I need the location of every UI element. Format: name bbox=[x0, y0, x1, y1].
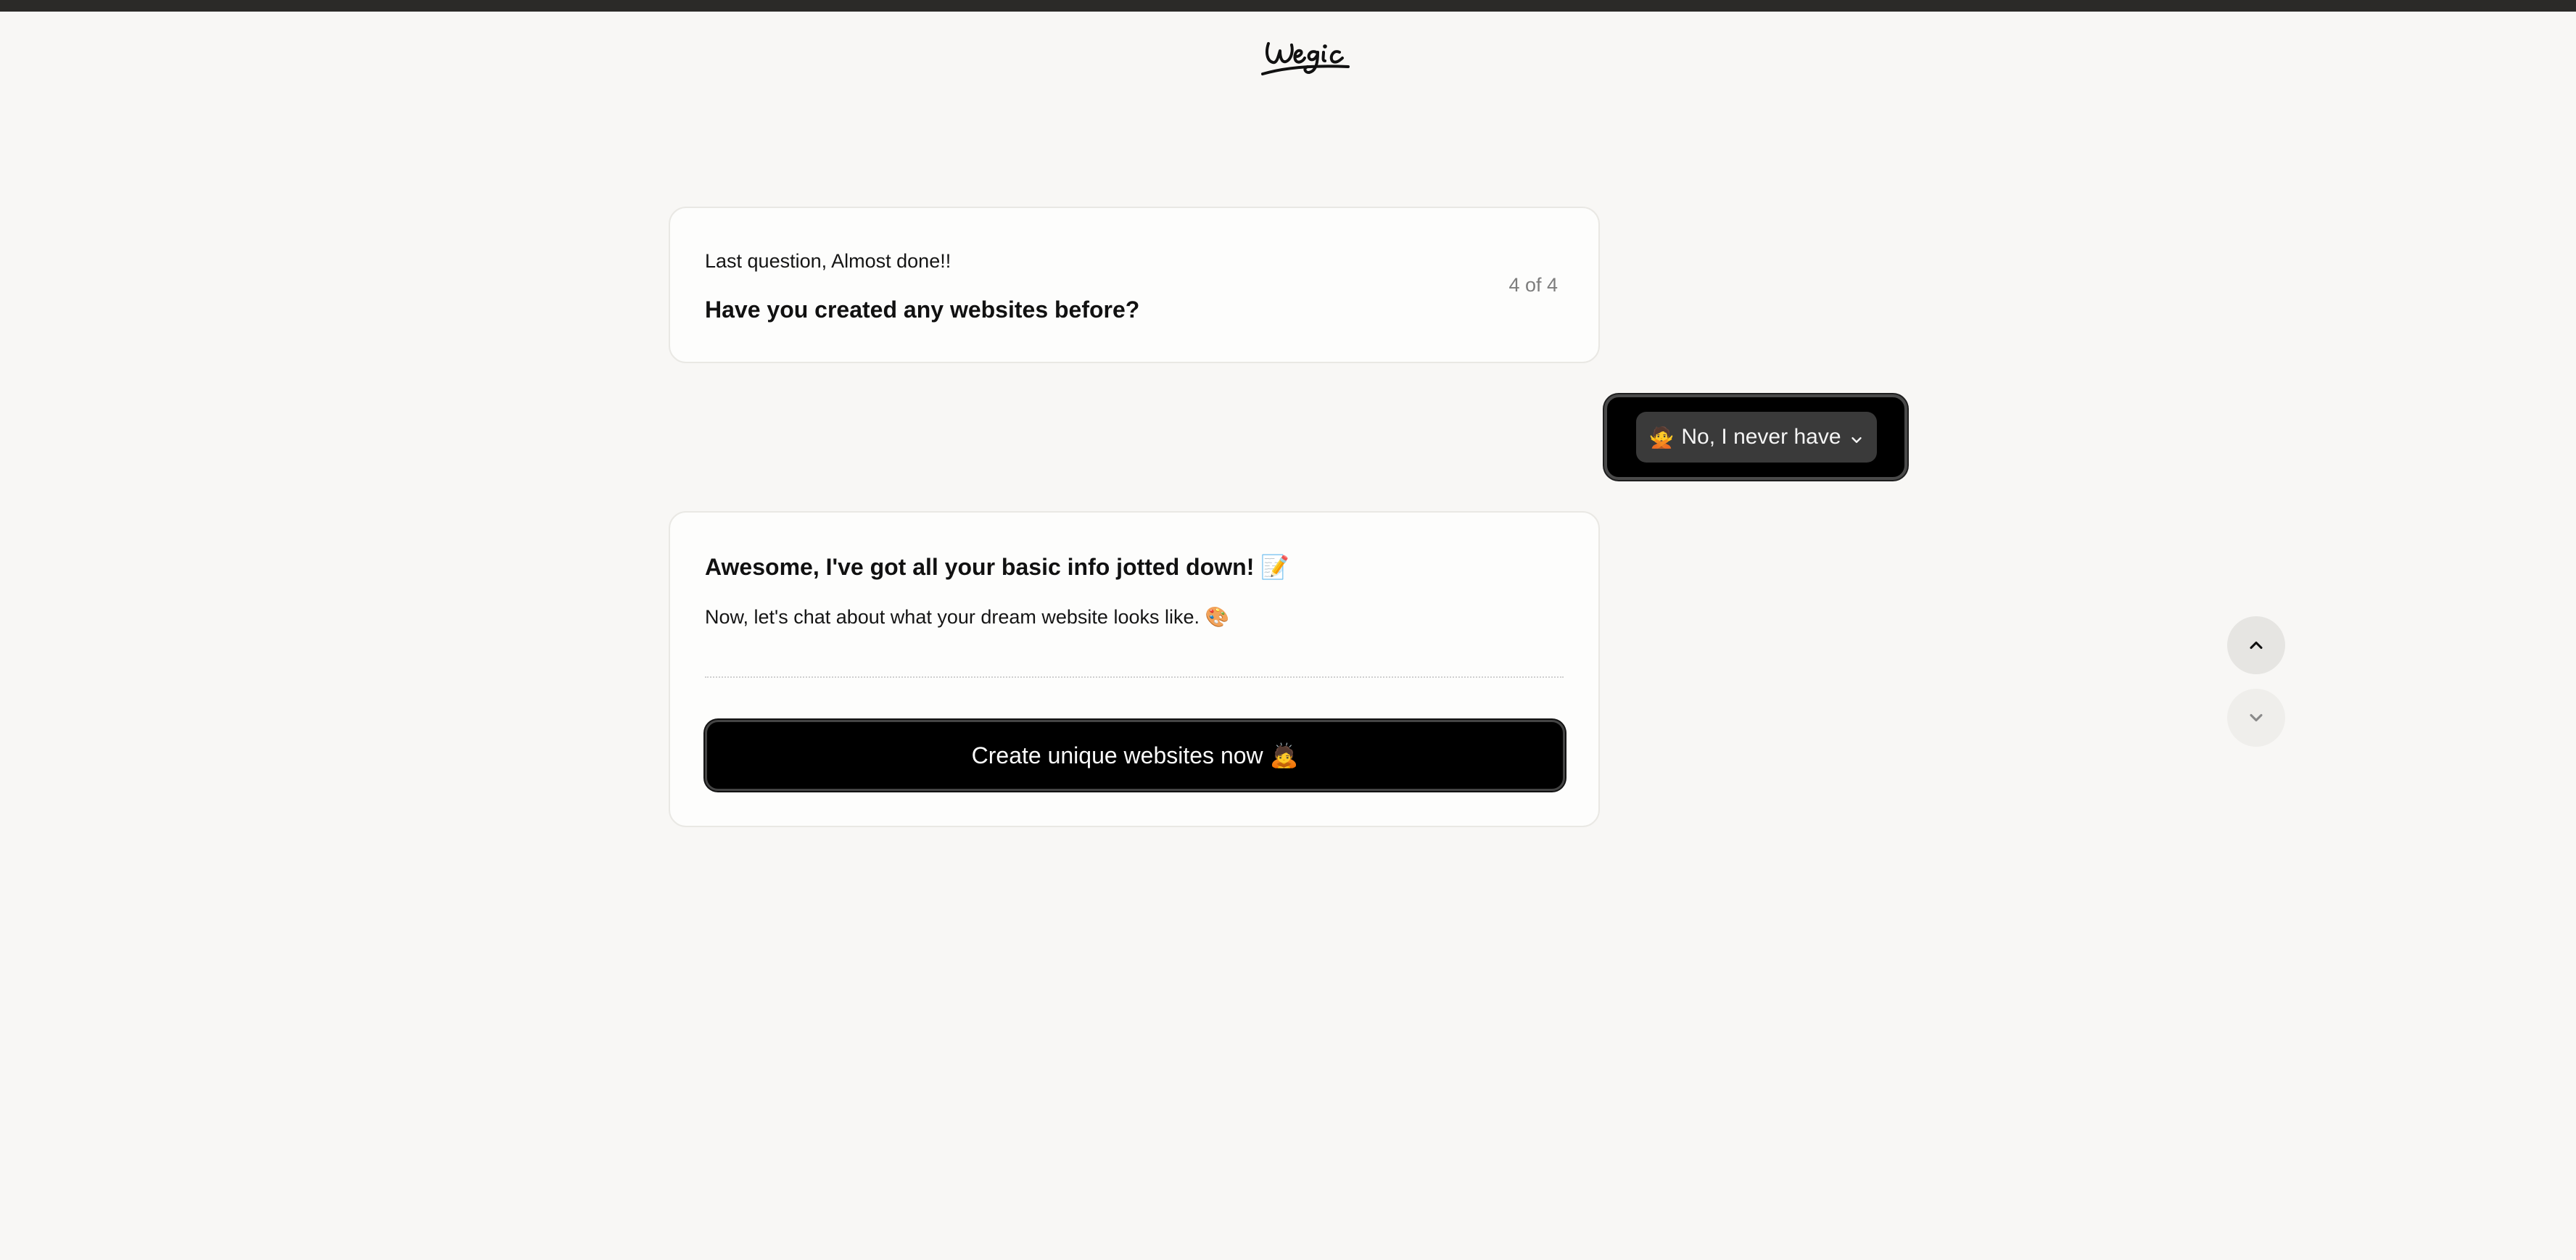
chevron-down-icon bbox=[2250, 713, 2263, 722]
question-card: Last question, Almost done!! Have you cr… bbox=[669, 207, 1600, 363]
chevron-down-icon bbox=[1849, 429, 1865, 445]
scroll-up-button[interactable] bbox=[2227, 616, 2285, 674]
summary-card: Awesome, I've got all your basic info jo… bbox=[669, 511, 1600, 827]
answer-dropdown[interactable]: 🙅 No, I never have bbox=[1636, 412, 1877, 463]
wegic-logo[interactable] bbox=[1258, 30, 1353, 81]
wegic-logo-mark bbox=[1261, 42, 1350, 75]
scroll-down-button[interactable] bbox=[2227, 689, 2285, 747]
create-websites-button[interactable]: Create unique websites now 🙇 bbox=[705, 720, 1565, 791]
top-bar bbox=[0, 0, 2576, 12]
question-label: Last question, Almost done!! bbox=[705, 250, 951, 272]
summary-title: Awesome, I've got all your basic info jo… bbox=[705, 554, 1290, 580]
answer-bubble: 🙅 No, I never have bbox=[1604, 394, 1907, 480]
chevron-up-icon bbox=[2250, 641, 2263, 650]
question-title: Have you created any websites before? bbox=[705, 297, 1140, 323]
answer-label: No, I never have bbox=[1681, 425, 1841, 449]
question-counter: 4 of 4 bbox=[1508, 274, 1558, 296]
summary-subtitle: Now, let's chat about what your dream we… bbox=[705, 606, 1230, 628]
answer-emoji: 🙅 bbox=[1648, 426, 1675, 449]
divider bbox=[705, 676, 1564, 678]
